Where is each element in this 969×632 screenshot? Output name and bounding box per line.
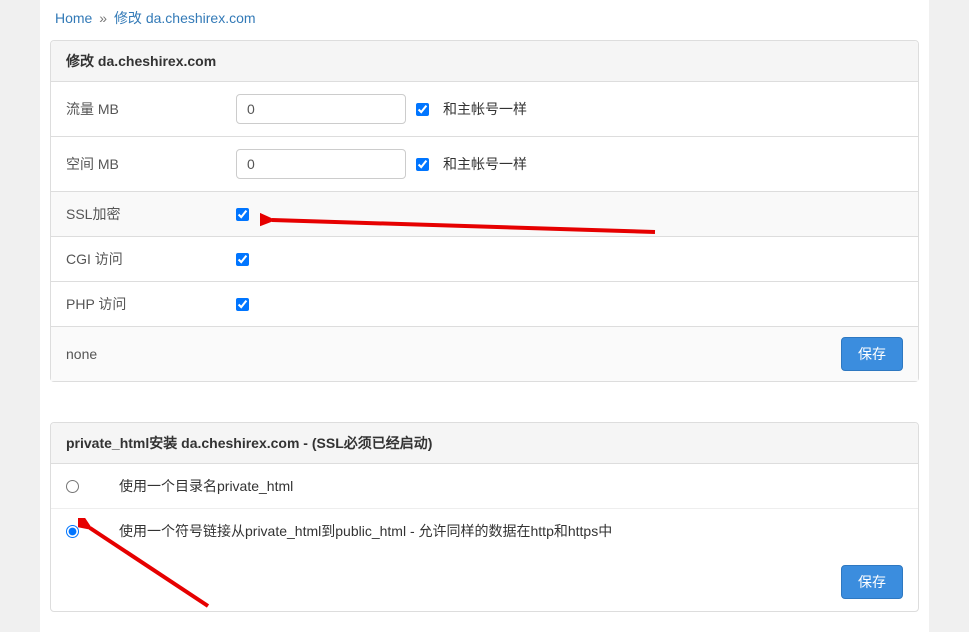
label-traffic-same: 和主帐号一样 (443, 99, 527, 119)
label-space: 空间 MB (66, 154, 236, 174)
panel-footer: none 保存 (51, 327, 918, 381)
panel-heading: 修改 da.cheshirex.com (51, 41, 918, 82)
panel2-footer: 保存 (51, 553, 918, 611)
save-button-2[interactable]: 保存 (841, 565, 903, 599)
breadcrumb-sep: » (99, 10, 107, 26)
input-space[interactable] (236, 149, 406, 179)
label-traffic: 流量 MB (66, 99, 236, 119)
breadcrumb: Home » 修改 da.cheshirex.com (50, 0, 919, 40)
checkbox-space-same[interactable] (416, 158, 429, 171)
breadcrumb-current[interactable]: 修改 da.cheshirex.com (114, 10, 256, 26)
breadcrumb-home[interactable]: Home (55, 10, 92, 26)
radio-symlink[interactable] (66, 525, 79, 538)
checkbox-php[interactable] (236, 298, 249, 311)
input-traffic[interactable] (236, 94, 406, 124)
row-cgi: CGI 访问 (51, 237, 918, 282)
label-php: PHP 访问 (66, 294, 236, 314)
save-button[interactable]: 保存 (841, 337, 903, 371)
panel2-heading: private_html安装 da.cheshirex.com - (SSL必须… (51, 423, 918, 464)
panel-private-html: private_html安装 da.cheshirex.com - (SSL必须… (50, 422, 919, 612)
label-private-dir: 使用一个目录名private_html (119, 476, 293, 496)
none-text: none (66, 346, 97, 362)
label-space-same: 和主帐号一样 (443, 154, 527, 174)
row-space: 空间 MB 和主帐号一样 (51, 137, 918, 192)
row-traffic: 流量 MB 和主帐号一样 (51, 82, 918, 137)
label-symlink: 使用一个符号链接从private_html到public_html - 允许同样… (119, 521, 612, 541)
row-option-symlink: 使用一个符号链接从private_html到public_html - 允许同样… (51, 509, 918, 553)
checkbox-traffic-same[interactable] (416, 103, 429, 116)
checkbox-cgi[interactable] (236, 253, 249, 266)
radio-private-dir[interactable] (66, 480, 79, 493)
label-cgi: CGI 访问 (66, 249, 236, 269)
checkbox-ssl[interactable] (236, 208, 249, 221)
panel-modify-domain: 修改 da.cheshirex.com 流量 MB 和主帐号一样 空间 MB 和… (50, 40, 919, 382)
row-php: PHP 访问 (51, 282, 918, 327)
label-ssl: SSL加密 (66, 204, 236, 224)
row-ssl: SSL加密 (51, 192, 918, 237)
row-option-dir: 使用一个目录名private_html (51, 464, 918, 509)
